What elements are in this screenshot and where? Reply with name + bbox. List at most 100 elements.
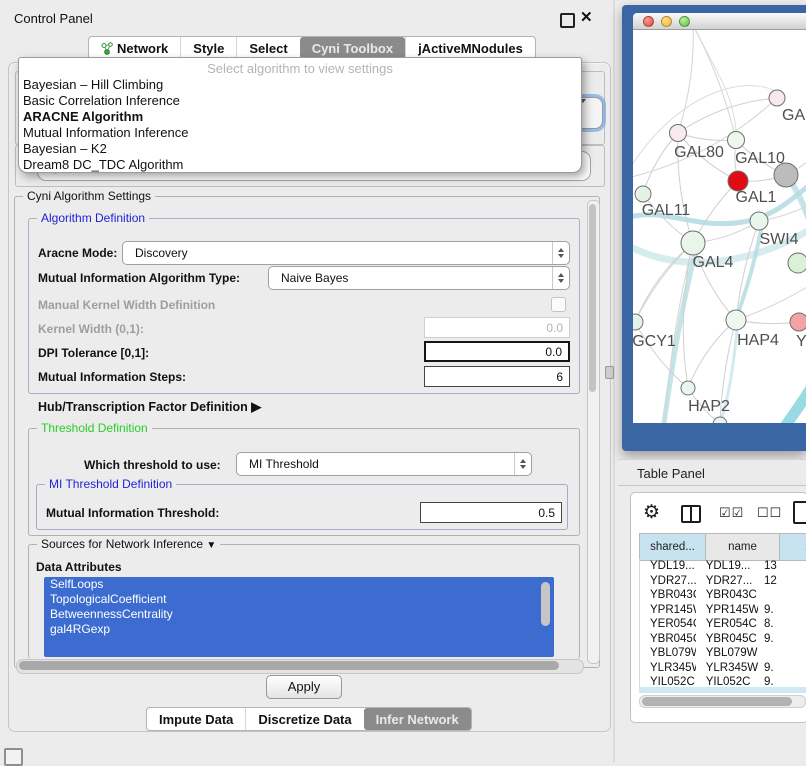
manual-kernel-label: Manual Kernel Width Definition [38, 298, 215, 312]
table-cell: YER054C [696, 617, 758, 632]
tab-label: Impute Data [159, 712, 233, 727]
tab-jactivemnodules[interactable]: jActiveMNodules [405, 37, 535, 59]
tab-infer-network[interactable]: Infer Network [364, 708, 471, 730]
tab-cyni-toolbox[interactable]: Cyni Toolbox [300, 37, 405, 59]
select-all-columns-icon[interactable]: ☑☑ [719, 505, 744, 521]
column-header[interactable]: name [706, 534, 780, 560]
node-label: GAL [782, 107, 806, 124]
data-attribute-item[interactable]: gal4RGexp [44, 622, 554, 637]
network-node[interactable] [726, 310, 746, 330]
node-table-panel: ⚙ ☑☑ ☐☐ shared...nameA YDL19...YDL19...1… [630, 492, 806, 723]
tab-network[interactable]: Network [89, 37, 180, 59]
table-row[interactable]: YBL079WYBL079W [640, 646, 806, 661]
table-row[interactable]: YDR27...YDR27...12 [640, 574, 806, 589]
network-node[interactable] [774, 163, 798, 187]
aracne-mode-combo[interactable]: Discovery [122, 241, 570, 265]
list-scrollbar-thumb[interactable] [541, 582, 550, 626]
tab-style[interactable]: Style [180, 37, 236, 59]
dropdown-item[interactable]: Bayesian – Hill Climbing [19, 77, 581, 93]
table-horizontal-scrollbar[interactable] [639, 695, 806, 708]
table-cell: YPR145W [696, 603, 758, 618]
close-panel-icon[interactable]: ✕ [580, 8, 593, 26]
table-row[interactable]: YER054CYER054C8. [640, 617, 806, 632]
table-cell: 9. [758, 603, 806, 618]
dropdown-item[interactable]: ARACNE Algorithm [19, 109, 581, 125]
settings-horizontal-scrollbar[interactable] [16, 659, 584, 674]
mi-threshold-field[interactable] [420, 502, 562, 523]
table-row[interactable]: YPR145WYPR145W9. [640, 603, 806, 618]
data-attribute-item[interactable]: SelfLoops [44, 577, 554, 592]
mi-type-value: Naive Bayes [269, 271, 552, 285]
float-window-icon[interactable] [560, 13, 575, 28]
node-label: SWI4 [759, 231, 798, 248]
data-attribute-item[interactable]: TopologicalCoefficient [44, 592, 554, 607]
close-traffic-light-icon[interactable] [643, 16, 654, 27]
network-node[interactable] [769, 90, 785, 106]
settings-group-title: Cyni Algorithm Settings [23, 189, 155, 203]
kernel-width-field[interactable] [424, 317, 570, 338]
dpi-tolerance-field[interactable] [424, 341, 570, 362]
apply-button[interactable]: Apply [266, 675, 342, 699]
zoom-traffic-light-icon[interactable] [679, 16, 690, 27]
scrollbar-thumb[interactable] [642, 697, 792, 706]
network-window-titlebar[interactable] [633, 13, 806, 30]
column-header[interactable]: A [780, 534, 806, 560]
sources-title[interactable]: Sources for Network Inference ▼ [37, 537, 220, 551]
table-row[interactable]: YLR345WYLR345W9. [640, 661, 806, 676]
network-node[interactable] [728, 132, 745, 149]
collapsed-panel-icon[interactable] [4, 748, 23, 766]
scrollbar-thumb[interactable] [19, 661, 559, 670]
hub-definition-toggle[interactable]: Hub/Transcription Factor Definition ▶ [38, 399, 261, 415]
tab-select[interactable]: Select [236, 37, 299, 59]
which-threshold-combo[interactable]: MI Threshold [236, 452, 532, 476]
panel-splitter[interactable] [613, 0, 615, 762]
network-node[interactable] [713, 417, 727, 423]
network-node[interactable] [681, 381, 695, 395]
network-canvas[interactable]: GALGAL80GAL10GAL11SWI4GAL4GCY1HAP4YHAP2G… [633, 30, 806, 423]
settings-vertical-scrollbar[interactable] [587, 200, 600, 664]
export-table-icon[interactable] [793, 501, 806, 524]
minimize-traffic-light-icon[interactable] [661, 16, 672, 27]
table-cell [758, 588, 806, 603]
splitter-handle-icon[interactable] [605, 366, 614, 379]
panel-title: Control Panel [14, 11, 93, 26]
node-label: GAL10 [735, 150, 785, 167]
node-label: GAL1 [736, 189, 777, 206]
scrollbar-thumb[interactable] [589, 204, 596, 392]
node-label: GAL4 [693, 254, 734, 271]
network-node[interactable] [633, 314, 643, 330]
tab-discretize-data[interactable]: Discretize Data [245, 708, 363, 730]
table-row[interactable]: YBR043CYBR043C [640, 588, 806, 603]
table-header-row: shared...nameA [639, 533, 806, 561]
mi-type-combo[interactable]: Naive Bayes [268, 266, 570, 290]
table-row[interactable]: YBR045CYBR045C9. [640, 632, 806, 647]
data-attributes-list[interactable]: SelfLoopsTopologicalCoefficientBetweenne… [44, 577, 554, 657]
manual-kernel-checkbox[interactable] [551, 297, 566, 312]
dropdown-item[interactable]: Basic Correlation Inference [19, 93, 581, 109]
tab-impute-data[interactable]: Impute Data [147, 708, 245, 730]
deselect-all-columns-icon[interactable]: ☐☐ [757, 505, 782, 521]
network-node[interactable] [670, 125, 687, 142]
network-node[interactable] [681, 231, 705, 255]
node-label: HAP2 [688, 398, 730, 415]
table-cell: YDR27... [640, 574, 696, 589]
network-node[interactable] [790, 313, 806, 331]
dropdown-item[interactable]: Bayesian – K2 [19, 141, 581, 157]
gear-icon[interactable]: ⚙ [643, 501, 660, 524]
dropdown-item[interactable]: Dream8 DC_TDC Algorithm [19, 157, 581, 173]
network-node[interactable] [635, 186, 651, 202]
algorithm-definition-title: Algorithm Definition [37, 211, 149, 225]
table-row[interactable]: YIL052CYIL052C9. [640, 675, 806, 687]
network-node[interactable] [750, 212, 768, 230]
network-icon [101, 42, 113, 55]
data-attribute-item[interactable]: BetweennessCentrality [44, 607, 554, 622]
network-node[interactable] [788, 253, 806, 273]
tab-label: Network [117, 41, 168, 56]
network-node[interactable] [728, 171, 748, 191]
dropdown-item[interactable]: Mutual Information Inference [19, 125, 581, 141]
columns-icon[interactable] [681, 505, 701, 523]
table-row[interactable]: YDL19...YDL19...13 [640, 559, 806, 574]
mi-steps-field[interactable] [424, 366, 570, 387]
table-cell: YBR045C [640, 632, 696, 647]
column-header[interactable]: shared... [640, 534, 706, 560]
